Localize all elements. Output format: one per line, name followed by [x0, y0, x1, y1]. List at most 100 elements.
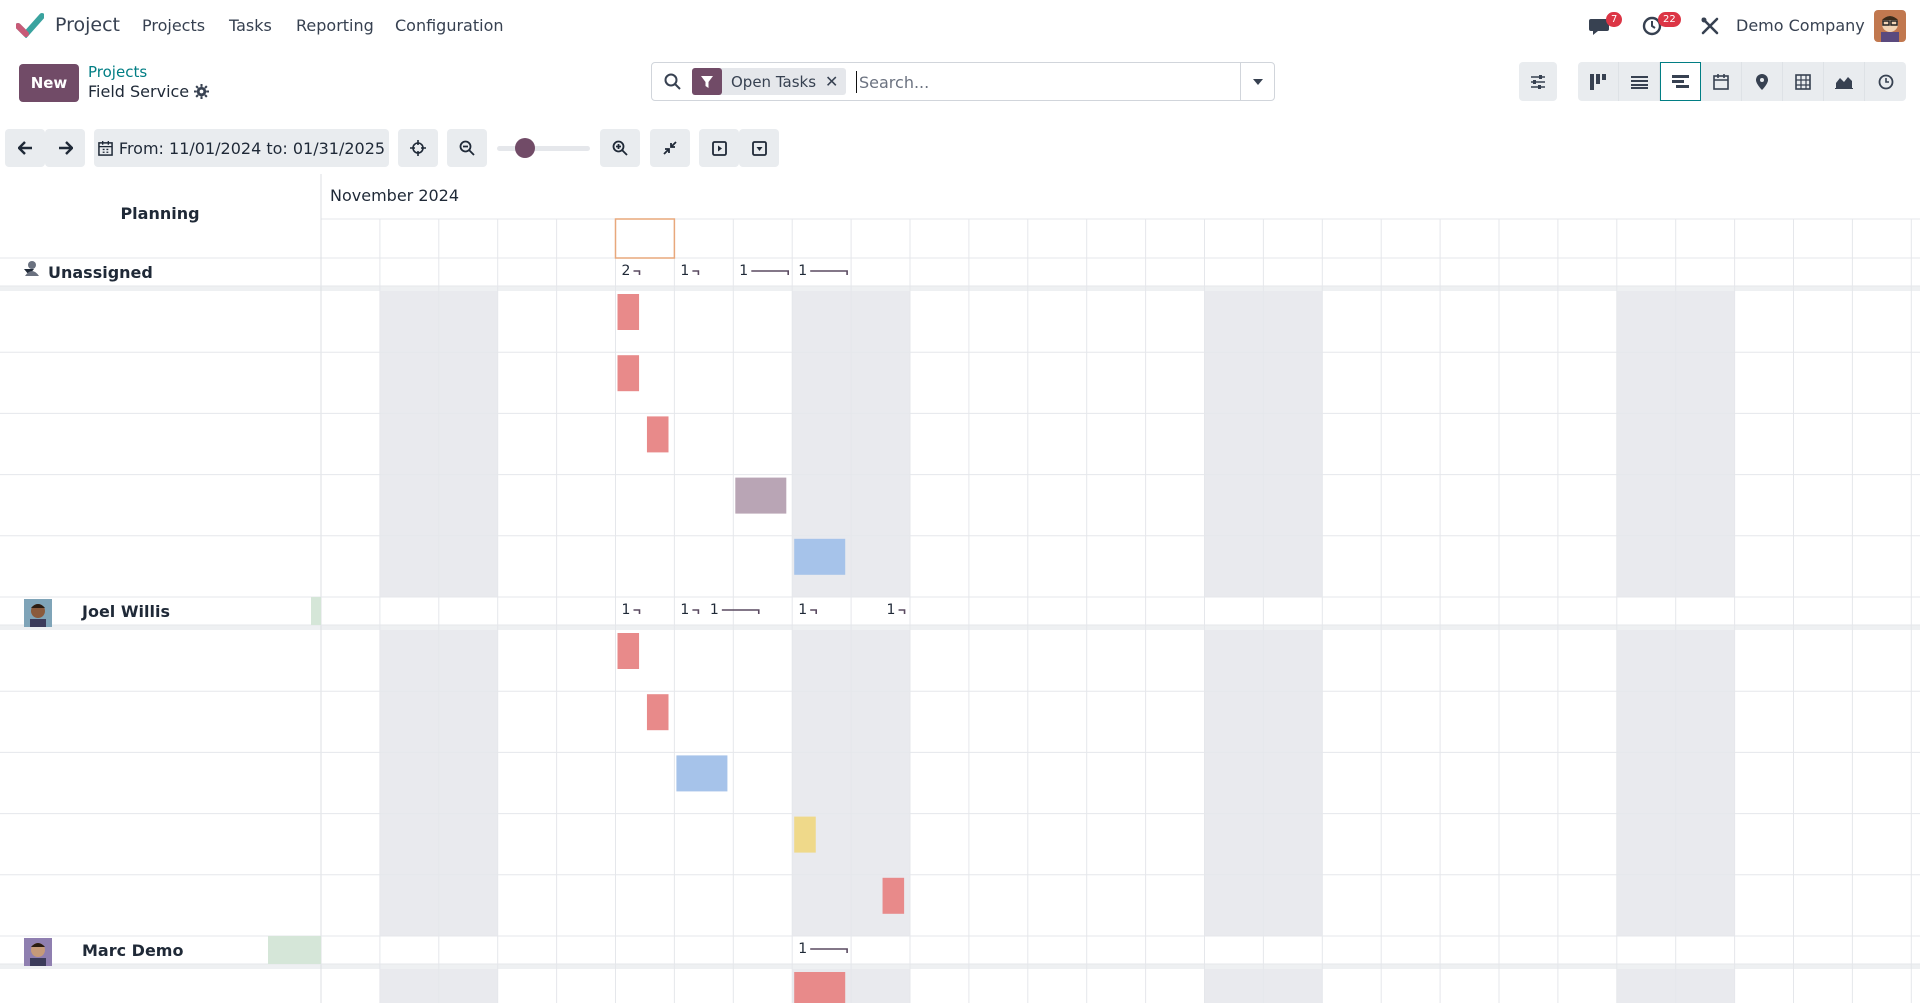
breadcrumb-projects[interactable]: Projects	[88, 63, 147, 81]
menu-tasks[interactable]: Tasks	[229, 16, 272, 35]
project-app-icon[interactable]	[16, 12, 44, 38]
weekend-cell	[1204, 291, 1264, 353]
table-icon	[1795, 73, 1811, 90]
zoom-out-button[interactable]	[447, 129, 487, 167]
view-calendar[interactable]	[1701, 62, 1742, 101]
group-aggregate-pill[interactable]: 2	[622, 263, 631, 279]
app-name[interactable]: Project	[55, 14, 120, 36]
expand-rows-button[interactable]	[699, 129, 739, 167]
group-aggregate-pill[interactable]: 1	[887, 602, 896, 618]
messages-button[interactable]: 7	[1588, 10, 1623, 42]
menu-reporting[interactable]: Reporting	[296, 16, 374, 35]
gantt-task-bar[interactable]	[646, 416, 669, 453]
weekend-cell	[1616, 474, 1676, 536]
debug-tools-button[interactable]	[1700, 10, 1722, 42]
new-button[interactable]: New	[19, 64, 79, 102]
area-chart-icon	[1835, 76, 1853, 89]
weekend-cell	[1204, 752, 1264, 814]
gantt-task-bar[interactable]	[794, 972, 846, 1003]
search-bar: Open Tasks ✕	[651, 62, 1275, 101]
group-aggregate-pill[interactable]: 1	[680, 263, 689, 279]
weekend-cell	[1616, 813, 1676, 875]
gantt-task-bar[interactable]	[646, 694, 669, 731]
view-gantt[interactable]	[1660, 62, 1701, 101]
gear-icon[interactable]	[194, 84, 210, 99]
view-pivot[interactable]	[1783, 62, 1824, 101]
gantt-task-bar[interactable]	[794, 816, 816, 853]
gantt-task-bar[interactable]	[617, 294, 640, 330]
group-aggregate-pill[interactable]: 1	[710, 602, 719, 618]
gantt-task-bar[interactable]	[617, 355, 640, 392]
search-options-toggle[interactable]	[1240, 63, 1274, 100]
menu-projects[interactable]: Projects	[142, 16, 205, 35]
group-progress-indicator	[268, 936, 321, 964]
weekend-cell	[438, 874, 498, 936]
zoom-slider-track[interactable]	[497, 146, 590, 151]
view-list[interactable]	[1619, 62, 1660, 101]
group-row-marc-demo[interactable]: Marc Demo	[24, 938, 183, 966]
gantt-task-bar[interactable]	[735, 477, 787, 514]
group-aggregate-pill[interactable]: 1	[739, 263, 748, 279]
kanban-icon	[1589, 73, 1606, 90]
weekend-cell	[792, 474, 852, 536]
filter-icon	[692, 68, 722, 95]
user-avatar[interactable]	[1874, 10, 1906, 42]
view-activity[interactable]	[1865, 62, 1906, 101]
gantt-task-bar[interactable]	[794, 538, 846, 575]
group-row-joel-willis[interactable]: Joel Willis	[24, 599, 170, 627]
company-switcher[interactable]: Demo Company	[1736, 16, 1865, 35]
next-button[interactable]	[45, 129, 85, 167]
weekend-cell	[851, 630, 910, 692]
weekend-cell	[1616, 691, 1676, 753]
map-pin-icon	[1756, 73, 1768, 90]
zoom-in-button[interactable]	[600, 129, 640, 167]
weekend-cell	[1616, 413, 1676, 475]
weekend-cell	[1675, 474, 1735, 536]
weekend-cell	[1263, 630, 1323, 692]
gantt-grid	[0, 174, 1920, 1003]
group-aggregate-pill[interactable]: 1	[798, 263, 807, 279]
weekend-cell	[1204, 691, 1264, 753]
weekend-cell	[1204, 535, 1264, 597]
view-kanban[interactable]	[1578, 62, 1619, 101]
weekend-cell	[851, 813, 910, 875]
gantt-view: November 2024 Planning Unassigned 2 1 1 1 Joe…	[0, 174, 1920, 1003]
collapse-all-button[interactable]	[739, 129, 779, 167]
group-row-unassigned[interactable]: Unassigned	[24, 260, 153, 284]
zoom-slider-handle[interactable]	[514, 138, 535, 158]
weekend-cell	[379, 291, 439, 353]
weekend-cell	[1616, 752, 1676, 814]
gantt-task-bar[interactable]	[617, 633, 640, 669]
group-aggregate-pill[interactable]: 1	[680, 602, 689, 618]
collapse-rows-button[interactable]	[650, 129, 690, 167]
menu-configuration[interactable]: Configuration	[395, 16, 504, 35]
weekend-cell	[379, 813, 439, 875]
view-settings-button[interactable]	[1519, 62, 1557, 101]
group-aggregate-pill[interactable]: 1	[798, 602, 807, 618]
aggregate-bar	[692, 609, 700, 614]
weekend-cell	[1263, 535, 1323, 597]
previous-button[interactable]	[5, 129, 45, 167]
facet-remove-icon[interactable]: ✕	[825, 72, 846, 91]
search-input[interactable]	[856, 71, 1236, 93]
date-range-button[interactable]: From: 11/01/2024 to: 01/31/2025	[94, 129, 389, 167]
gantt-task-bar[interactable]	[882, 877, 905, 914]
weekend-cell	[438, 352, 498, 414]
group-aggregate-pill[interactable]: 1	[622, 602, 631, 618]
weekend-cell	[438, 413, 498, 475]
weekend-cell	[379, 691, 439, 753]
gantt-task-bar[interactable]	[676, 755, 728, 792]
facet-label: Open Tasks	[731, 72, 817, 91]
weekend-cell	[851, 352, 910, 414]
group-aggregate-pill[interactable]: 1	[798, 941, 807, 957]
weekend-cell	[379, 630, 439, 692]
weekend-cell	[851, 413, 910, 475]
weekend-cell	[1616, 291, 1676, 353]
focus-today-button[interactable]	[398, 129, 438, 167]
view-map[interactable]	[1742, 62, 1783, 101]
view-graph[interactable]	[1824, 62, 1865, 101]
arrow-left-icon	[17, 141, 32, 155]
activities-button[interactable]: 22	[1642, 10, 1682, 42]
weekend-cell	[1616, 630, 1676, 692]
weekend-cell	[1675, 535, 1735, 597]
